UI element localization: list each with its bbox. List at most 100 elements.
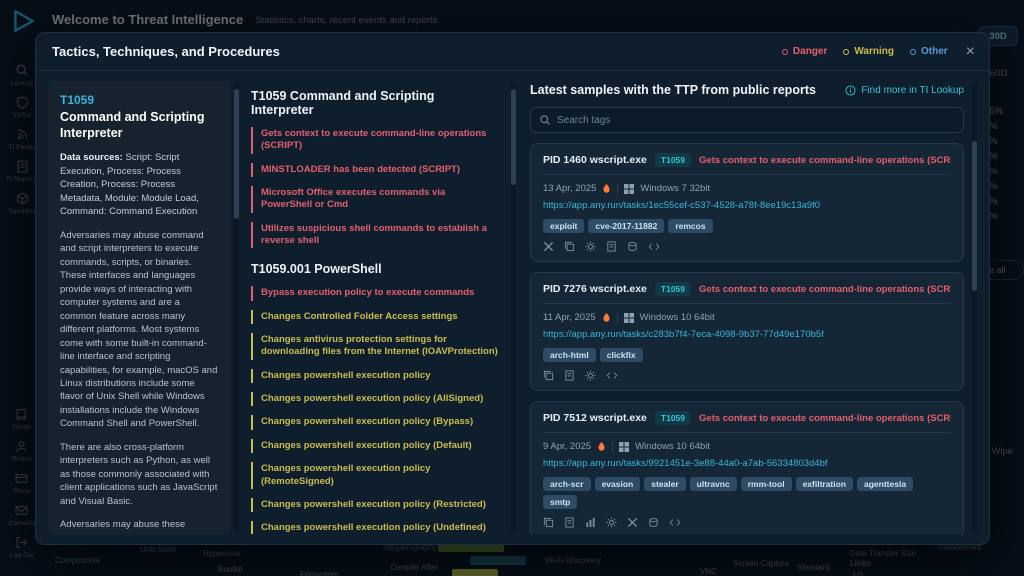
tag[interactable]: remcos: [668, 219, 712, 233]
tools-icon[interactable]: [543, 241, 554, 252]
search-tags-input[interactable]: [557, 115, 955, 126]
coins-icon[interactable]: [648, 517, 659, 528]
tag[interactable]: stealer: [644, 477, 685, 491]
sample-actions: [543, 241, 951, 252]
code-icon[interactable]: [606, 370, 618, 381]
copy-icon[interactable]: [564, 241, 575, 252]
samples-panel-title: Latest samples with the TTP from public …: [530, 83, 816, 97]
sample-card: PID 7512 wscript.exe T1059 Gets context …: [530, 401, 964, 534]
ttp-item[interactable]: Changes powershell execution policy (Def…: [251, 439, 499, 453]
technique-paragraph: There are also cross-platform interprete…: [60, 441, 218, 508]
divider: [617, 313, 618, 323]
ttp-badge[interactable]: T1059: [655, 153, 691, 167]
sample-date: 13 Apr, 2025: [543, 183, 596, 194]
tag[interactable]: cve-2017-11882: [588, 219, 664, 233]
doc-icon[interactable]: [564, 370, 575, 381]
find-more-label: Find more in TI Lookup: [861, 85, 964, 96]
ttp-item[interactable]: Changes powershell execution policy (All…: [251, 392, 499, 406]
divider: [617, 184, 618, 194]
technique-description: Adversaries may abuse command and script…: [60, 229, 218, 534]
tag[interactable]: clickfix: [600, 348, 643, 362]
chart-icon[interactable]: [585, 517, 596, 528]
scrollbar-middle[interactable]: [511, 83, 516, 532]
sample-link[interactable]: https://app.any.run/tasks/c283b7f4-7eca-…: [543, 329, 951, 340]
code-icon[interactable]: [669, 517, 681, 528]
ttp-item[interactable]: MINSTLOADER has been detected (SCRIPT): [251, 163, 499, 177]
modal-body: T1059 Command and Scripting Interpreter …: [36, 71, 989, 544]
sample-actions: [543, 517, 951, 528]
ttp-item[interactable]: Gets context to execute command-line ope…: [251, 127, 499, 154]
tag[interactable]: arch-scr: [543, 477, 591, 491]
sample-meta: 11 Apr, 2025 Windows 10 64bit: [543, 312, 951, 323]
sample-tags: exploit cve-2017-11882 remcos: [543, 219, 951, 233]
gear-icon[interactable]: [585, 370, 596, 381]
technique-id[interactable]: T1059: [60, 93, 218, 107]
ttp-item[interactable]: Microsoft Office executes commands via P…: [251, 186, 499, 213]
sample-tags: arch-scr evasionstealer ultravnc rmm-tool ex…: [543, 477, 951, 509]
sample-meta: 13 Apr, 2025 Windows 7 32bit: [543, 183, 951, 194]
gear-icon[interactable]: [606, 517, 617, 528]
sample-card-header: PID 7512 wscript.exe T1059 Gets context …: [543, 411, 951, 433]
ttp-list-panel: T1059 Command and Scripting InterpreterG…: [243, 81, 507, 534]
ttp-item[interactable]: Changes powershell execution policy (Byp…: [251, 415, 499, 429]
ttp-item[interactable]: Changes powershell execution policy (Res…: [251, 498, 499, 512]
sample-process: PID 1460 wscript.exe: [543, 154, 647, 166]
tag[interactable]: arch-html: [543, 348, 596, 362]
ttp-item[interactable]: Changes Controlled Folder Access setting…: [251, 310, 499, 324]
info-icon: [845, 85, 856, 96]
ttp-modal: Tactics, Techniques, and Procedures Dang…: [35, 32, 990, 545]
doc-icon[interactable]: [606, 241, 617, 252]
modal-header: Tactics, Techniques, and Procedures Dang…: [36, 33, 989, 71]
ttp-item[interactable]: Bypass execution policy to execute comma…: [251, 286, 499, 300]
modal-title: Tactics, Techniques, and Procedures: [52, 44, 280, 59]
ttp-item[interactable]: Changes antivirus protection settings fo…: [251, 333, 499, 360]
tag[interactable]: rmm-tool: [741, 477, 792, 491]
tag[interactable]: smtp: [543, 495, 577, 509]
tag[interactable]: evasion: [595, 477, 641, 491]
find-more-link[interactable]: Find more in TI Lookup: [845, 85, 964, 96]
sample-link[interactable]: https://app.any.run/tasks/9921451e-3e88-…: [543, 458, 951, 469]
ttp-badge[interactable]: T1059: [655, 411, 691, 425]
close-icon[interactable]: ×: [966, 44, 975, 60]
win-icon: [619, 442, 629, 452]
tag[interactable]: exfiltration: [796, 477, 853, 491]
severity-legend: DangerWarningOther: [782, 46, 948, 57]
samples-panel: Latest samples with the TTP from public …: [520, 81, 968, 534]
tag[interactable]: agenttesla: [857, 477, 913, 491]
ttp-item[interactable]: Changes powershell execution policy (Rem…: [251, 462, 499, 489]
sample-actions: [543, 370, 951, 381]
doc-icon[interactable]: [564, 517, 575, 528]
tag[interactable]: ultravnc: [690, 477, 737, 491]
legend-danger: Danger: [782, 46, 827, 57]
ttp-item[interactable]: Changes powershell execution policy: [251, 369, 499, 383]
search-icon: [539, 114, 551, 126]
sample-link[interactable]: https://app.any.run/tasks/1ec55cef-c537-…: [543, 200, 951, 211]
ttp-item[interactable]: Utilizes suspicious shell commands to es…: [251, 222, 499, 249]
technique-name: Command and Scripting Interpreter: [60, 110, 218, 141]
search-box: [530, 107, 964, 133]
ttp-section-title: T1059.001 PowerShell: [251, 262, 499, 276]
sample-process: PID 7276 wscript.exe: [543, 283, 647, 295]
flame-icon: [602, 312, 611, 323]
samples-list: PID 1460 wscript.exe T1059 Gets context …: [530, 143, 964, 534]
scrollbar-right[interactable]: [972, 83, 977, 532]
technique-paragraph: Adversaries may abuse command and script…: [60, 229, 218, 431]
ttp-item[interactable]: Changes powershell execution policy (Und…: [251, 521, 499, 534]
copy-icon[interactable]: [543, 517, 554, 528]
screen: Welcome to Threat Intelligence Statistic…: [0, 0, 1024, 576]
scrollbar-left[interactable]: [234, 83, 239, 532]
sample-description: Gets context to execute command-line ope…: [699, 155, 951, 166]
legend-warning: Warning: [843, 46, 894, 57]
flame-icon: [597, 441, 606, 452]
code-icon[interactable]: [648, 241, 660, 252]
sample-meta: 9 Apr, 2025 Windows 10 64bit: [543, 441, 951, 452]
coins-icon[interactable]: [627, 241, 638, 252]
gear-icon[interactable]: [585, 241, 596, 252]
tools-icon[interactable]: [627, 517, 638, 528]
data-sources: Data sources: Script: Script Execution, …: [60, 151, 218, 218]
samples-panel-header: Latest samples with the TTP from public …: [530, 83, 964, 97]
sample-tags: arch-html clickfix: [543, 348, 951, 362]
copy-icon[interactable]: [543, 370, 554, 381]
tag[interactable]: exploit: [543, 219, 584, 233]
ttp-badge[interactable]: T1059: [655, 282, 691, 296]
